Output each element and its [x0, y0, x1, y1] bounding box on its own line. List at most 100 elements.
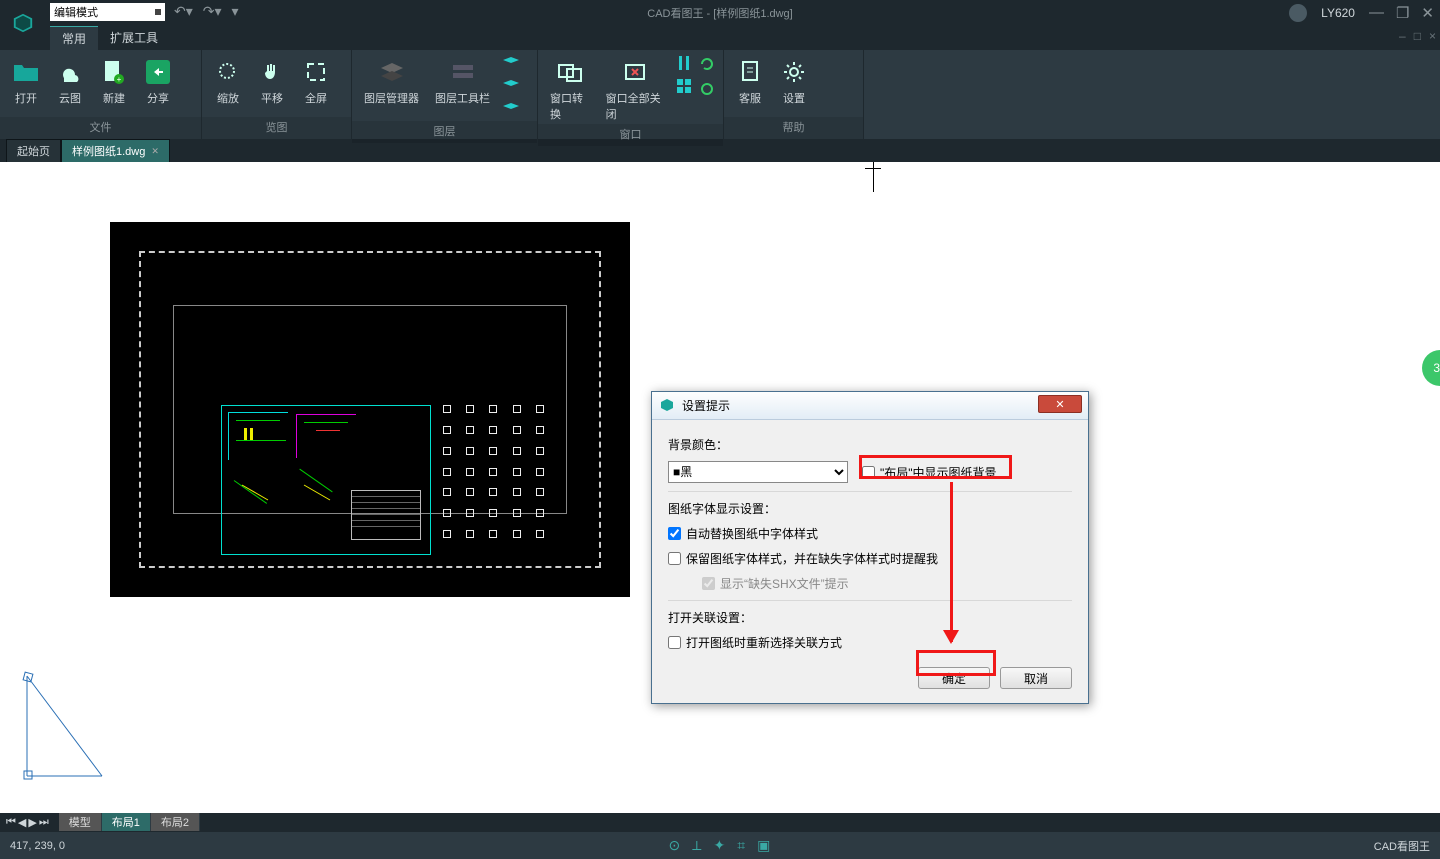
tab-layout1[interactable]: 布局1 — [102, 813, 151, 831]
chk-auto-font[interactable]: 自动替换图纸中字体样式 — [668, 525, 1072, 542]
dialog-title: 设置提示 — [682, 397, 730, 414]
pause-icon[interactable] — [677, 56, 691, 75]
pan-icon — [258, 58, 286, 86]
layout-tabs: ⏮ ◀ ▶ ⏭ 模型 布局1 布局2 — [0, 813, 1440, 831]
layer-manager-button[interactable]: 图层管理器 — [360, 56, 423, 108]
font-section-label: 图纸字体显示设置： — [668, 500, 1072, 517]
menubar: 常用 扩展工具 – □ × — [0, 26, 1440, 50]
username: LY620 — [1321, 6, 1355, 20]
layer-toolbar-icon — [449, 58, 477, 86]
quick-access: ↶▾ ↷▾ ▾ — [174, 3, 239, 20]
support-button[interactable]: 客服 — [732, 56, 768, 108]
close-all-button[interactable]: 窗口全部关闭 — [602, 56, 669, 124]
close-icon[interactable]: ✕ — [1421, 4, 1434, 22]
ok-button[interactable]: 确定 — [918, 667, 990, 689]
layout-prev-icon[interactable]: ◀ — [18, 816, 26, 829]
layout-last-icon[interactable]: ⏭ — [39, 816, 49, 829]
dialog-icon — [660, 398, 676, 414]
settings-button[interactable]: 设置 — [776, 56, 812, 108]
active-doc-tab[interactable]: 样例图纸1.dwg✕ — [61, 139, 170, 162]
layout-next-icon[interactable]: ▶ — [28, 816, 36, 829]
fullscreen-button[interactable]: 全屏 — [298, 56, 334, 108]
menu-tab-common[interactable]: 常用 — [50, 26, 98, 50]
extent-icon[interactable]: ▣ — [757, 837, 770, 854]
zoom-button[interactable]: 缩放 — [210, 56, 246, 108]
open-button[interactable]: 打开 — [8, 56, 44, 108]
mode-select[interactable]: 编辑模式 — [50, 3, 165, 21]
layer-toolbar-button[interactable]: 图层工具栏 — [431, 56, 494, 108]
mdi-restore-icon[interactable]: □ — [1414, 29, 1421, 43]
pan-button[interactable]: 平移 — [254, 56, 290, 108]
undo-icon[interactable]: ↶▾ — [174, 3, 193, 20]
product-name: CAD看图王 — [1374, 838, 1430, 854]
badge-count[interactable]: 33 — [1422, 350, 1440, 386]
mdi-close-icon[interactable]: × — [1429, 29, 1436, 43]
tab-model[interactable]: 模型 — [59, 813, 102, 831]
cursor-mark — [873, 162, 874, 192]
ucs-icon — [22, 671, 107, 781]
chk-assoc[interactable]: 打开图纸时重新选择关联方式 — [668, 634, 1072, 651]
share-icon — [144, 58, 172, 86]
refresh-icon[interactable] — [699, 56, 715, 77]
ortho-icon[interactable]: ⟂ — [692, 837, 701, 854]
group-layer-label: 图层 — [352, 121, 537, 143]
layout-paper — [110, 222, 630, 597]
status-toggles: ⊙ ⟂ ✦ ⌗ ▣ — [668, 837, 770, 854]
polar-icon[interactable]: ✦ — [714, 837, 726, 854]
bg-color-label: 背景颜色： — [668, 436, 1072, 453]
bg-color-select[interactable]: ■黑 — [668, 461, 848, 483]
mode-caret-icon — [155, 9, 161, 15]
maximize-icon[interactable]: ❐ — [1396, 4, 1409, 22]
annotation-arrow — [950, 482, 953, 642]
layers-icon — [378, 58, 406, 86]
cancel-button[interactable]: 取消 — [1000, 667, 1072, 689]
chk-shx-hint: 显示“缺失SHX文件”提示 — [702, 575, 1072, 592]
start-tab[interactable]: 起始页 — [6, 139, 61, 162]
share-button[interactable]: 分享 — [140, 56, 176, 108]
ribbon: 打开 云图 +新建 分享 文件 缩放 平移 全屏 览图 图层管理器 图层工具栏 … — [0, 50, 1440, 140]
window-mini-col2 — [699, 56, 715, 102]
cloud-button[interactable]: 云图 — [52, 56, 88, 108]
chk-layout-bg[interactable]: "布局"中显示图纸背景 — [862, 464, 997, 481]
folder-icon — [12, 58, 40, 86]
dialog-header[interactable]: 设置提示 ✕ — [652, 392, 1088, 420]
titlebar: 编辑模式 ↶▾ ↷▾ ▾ CAD看图王 - [样例图纸1.dwg] LY620 … — [0, 0, 1440, 26]
group-view-label: 览图 — [202, 117, 351, 139]
close-all-icon — [621, 58, 649, 86]
window-switch-icon — [556, 58, 584, 86]
tab-layout2[interactable]: 布局2 — [151, 813, 200, 831]
tab-close-icon[interactable]: ✕ — [151, 146, 159, 157]
redo-icon[interactable]: ↷▾ — [203, 3, 222, 20]
statusbar: 417, 239, 0 ⊙ ⟂ ✦ ⌗ ▣ CAD看图王 — [0, 831, 1440, 859]
dialog-close-button[interactable]: ✕ — [1038, 395, 1082, 413]
minimize-icon[interactable]: — — [1369, 4, 1384, 22]
grid4-icon[interactable] — [677, 79, 691, 98]
window-mini-col — [677, 56, 691, 98]
layout-first-icon[interactable]: ⏮ — [6, 816, 16, 829]
group-window-label: 窗口 — [538, 124, 723, 146]
gear-icon — [780, 58, 808, 86]
menu-tab-ext[interactable]: 扩展工具 — [98, 26, 170, 50]
cloud-icon — [56, 58, 84, 86]
qa-more-icon[interactable]: ▾ — [232, 3, 239, 20]
regen-icon[interactable] — [699, 81, 715, 102]
user-avatar-icon[interactable] — [1289, 4, 1307, 22]
support-icon — [736, 58, 764, 86]
window-switch-button[interactable]: 窗口转换 — [546, 56, 594, 124]
mode-label: 编辑模式 — [54, 4, 98, 20]
settings-dialog: 设置提示 ✕ 背景颜色： ■黑 "布局"中显示图纸背景 图纸字体显示设置： 自动… — [651, 391, 1089, 704]
new-button[interactable]: +新建 — [96, 56, 132, 108]
new-file-icon: + — [100, 58, 128, 86]
layer-stack-icon-3[interactable] — [502, 102, 520, 121]
track-icon[interactable]: ⌗ — [737, 837, 745, 854]
drawing-canvas[interactable]: 33 设置提示 ✕ 背景颜色： ■黑 "布局"中显示图纸背景 图纸字体显示设置：… — [0, 162, 1440, 831]
fullscreen-icon — [302, 58, 330, 86]
snap-icon[interactable]: ⊙ — [668, 837, 680, 854]
layer-stack-col — [502, 56, 520, 121]
group-help-label: 帮助 — [724, 117, 863, 139]
layer-stack-icon-2[interactable] — [502, 79, 520, 98]
chk-keep-font[interactable]: 保留图纸字体样式，并在缺失字体样式时提醒我 — [668, 550, 1072, 567]
layer-stack-icon-1[interactable] — [502, 56, 520, 75]
app-logo — [0, 0, 45, 45]
mdi-min-icon[interactable]: – — [1399, 29, 1406, 43]
